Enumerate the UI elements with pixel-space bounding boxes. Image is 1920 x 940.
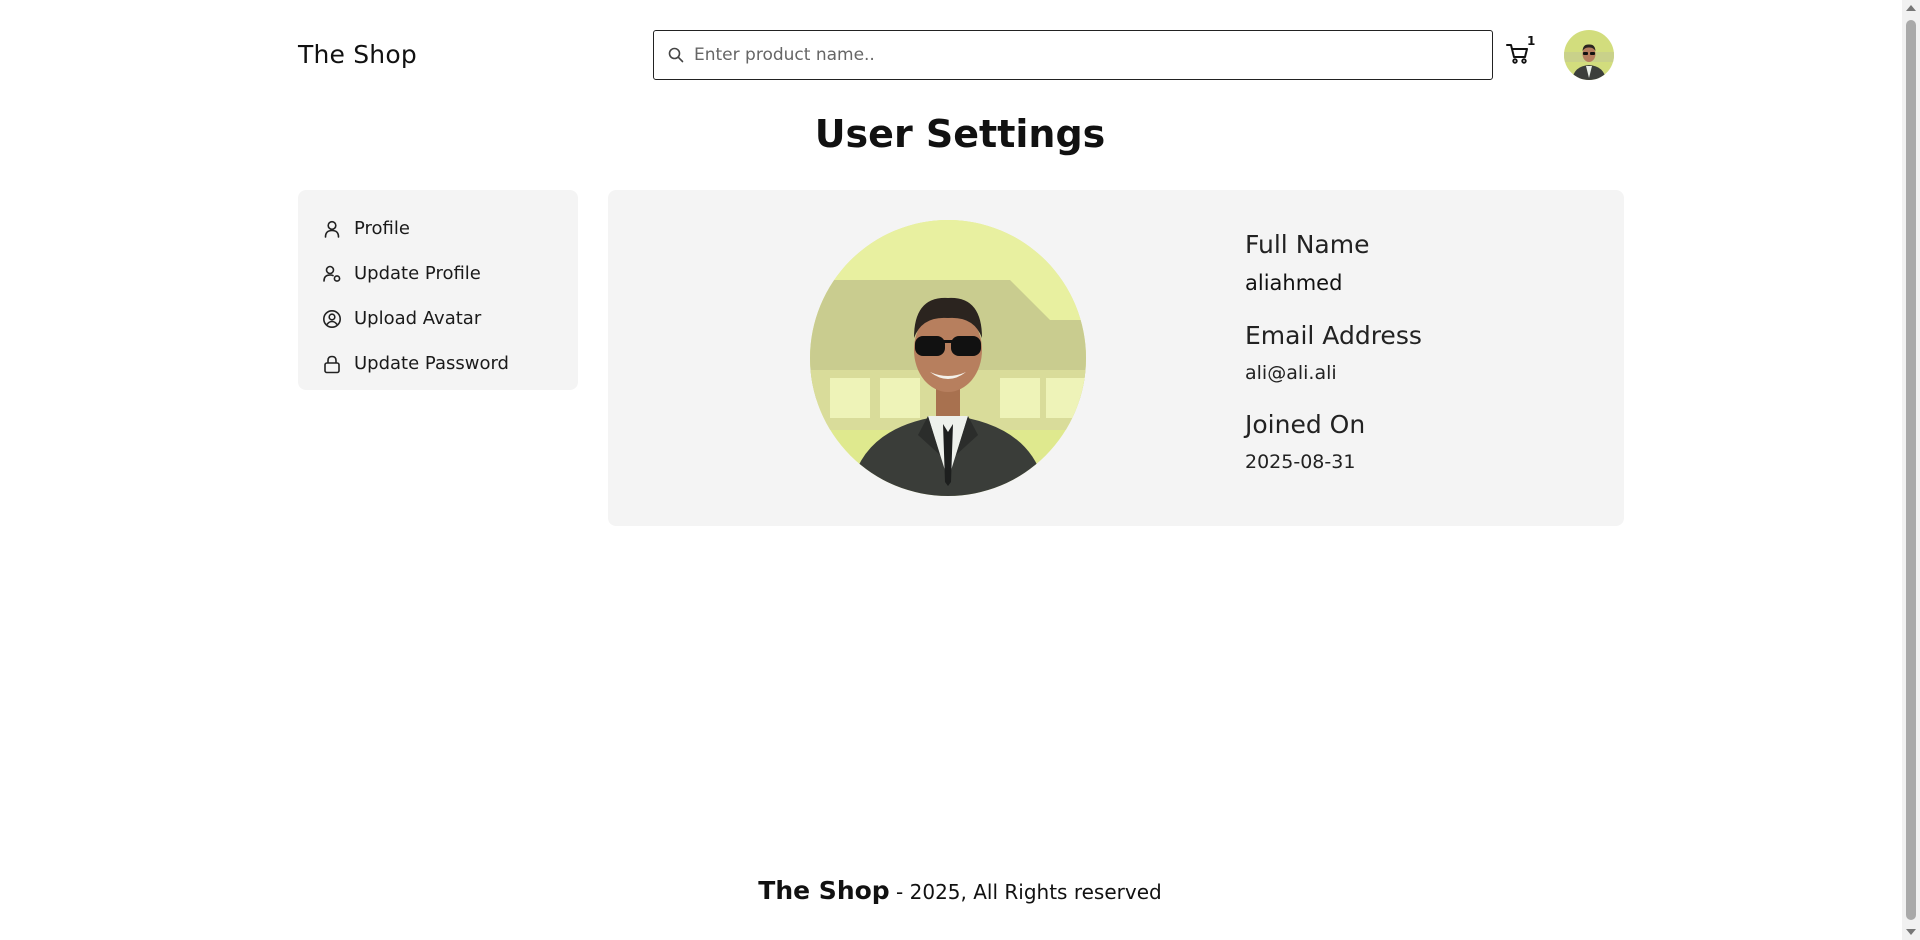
joined-label: Joined On bbox=[1245, 410, 1366, 439]
settings-sidebar: Profile Update Profile Upload Avatar Upd… bbox=[298, 190, 578, 390]
search-bar[interactable] bbox=[653, 30, 1493, 80]
sidebar-item-upload-avatar[interactable]: Upload Avatar bbox=[322, 296, 578, 341]
email-value: ali@ali.ali bbox=[1245, 362, 1337, 384]
footer-brand: The Shop bbox=[758, 876, 890, 905]
page-scrollbar[interactable] bbox=[1902, 0, 1920, 940]
profile-avatar bbox=[810, 220, 1086, 496]
footer-copyright: - 2025, All Rights reserved bbox=[889, 880, 1162, 904]
sidebar-item-label: Upload Avatar bbox=[354, 308, 482, 329]
search-input[interactable] bbox=[694, 35, 1492, 75]
scroll-thumb[interactable] bbox=[1906, 20, 1916, 920]
profile-card: Full Name aliahmed Email Address ali@ali… bbox=[608, 190, 1624, 526]
user-icon bbox=[322, 219, 342, 239]
sidebar-item-label: Update Profile bbox=[354, 263, 481, 284]
sidebar-item-update-password[interactable]: Update Password bbox=[322, 341, 578, 386]
full-name-value: aliahmed bbox=[1245, 271, 1343, 295]
cart-count-badge: 1 bbox=[1527, 34, 1536, 48]
sidebar-item-update-profile[interactable]: Update Profile bbox=[322, 251, 578, 296]
scroll-up-arrow-icon[interactable] bbox=[1906, 5, 1916, 11]
user-settings-icon bbox=[322, 264, 342, 284]
user-avatar-button[interactable] bbox=[1564, 30, 1614, 80]
footer: The Shop - 2025, All Rights reserved bbox=[0, 876, 1920, 905]
sidebar-item-label: Update Password bbox=[354, 353, 509, 374]
sidebar-item-label: Profile bbox=[354, 218, 410, 239]
lock-icon bbox=[322, 354, 342, 374]
search-icon bbox=[668, 47, 684, 63]
page: The Shop 1 bbox=[0, 0, 1920, 940]
user-circle-icon bbox=[322, 309, 342, 329]
avatar-photo bbox=[810, 220, 1086, 496]
avatar-image bbox=[1564, 30, 1614, 80]
brand-logo[interactable]: The Shop bbox=[298, 40, 417, 69]
scroll-down-arrow-icon[interactable] bbox=[1906, 929, 1916, 935]
email-label: Email Address bbox=[1245, 321, 1422, 350]
profile-info: Full Name aliahmed Email Address ali@ali… bbox=[1245, 230, 1422, 499]
joined-value: 2025-08-31 bbox=[1245, 451, 1356, 473]
full-name-label: Full Name bbox=[1245, 230, 1370, 259]
header: The Shop 1 bbox=[0, 0, 1902, 110]
page-title: User Settings bbox=[814, 112, 1106, 156]
sidebar-item-profile[interactable]: Profile bbox=[322, 206, 578, 251]
